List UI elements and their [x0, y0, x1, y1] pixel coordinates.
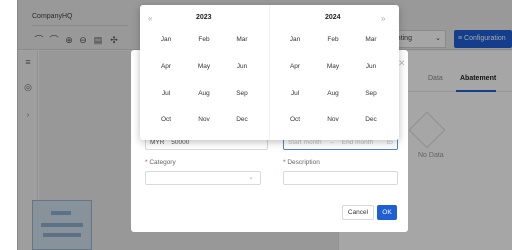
description-label-text: Description [287, 159, 320, 166]
category-label: * Category [145, 159, 176, 166]
month-cell-right-dec[interactable]: Dec [356, 116, 386, 123]
month-cell-left-may[interactable]: May [189, 63, 219, 70]
currency-label: MYR [150, 139, 165, 146]
month-range-picker: « 2023 2024 » Jan Feb Mar Apr May Jun Ju… [140, 5, 399, 140]
month-cell-left-jul[interactable]: Jul [151, 90, 181, 97]
month-cell-right-jan[interactable]: Jan [280, 36, 310, 43]
description-label: * Description [283, 159, 320, 166]
chevron-down-icon: ⌄ [248, 174, 254, 181]
month-cell-left-jun[interactable]: Jun [227, 63, 257, 70]
category-label-text: Category [149, 159, 176, 166]
end-month-placeholder: End month [341, 139, 374, 146]
month-cell-left-sep[interactable]: Sep [227, 90, 257, 97]
required-mark: * [145, 159, 148, 166]
month-cell-left-apr[interactable]: Apr [151, 63, 181, 70]
month-cell-right-aug[interactable]: Aug [318, 90, 348, 97]
amount-value: 50000 [171, 139, 190, 146]
month-cell-right-feb[interactable]: Feb [318, 36, 348, 43]
month-cell-left-mar[interactable]: Mar [227, 36, 257, 43]
month-cell-right-mar[interactable]: Mar [356, 36, 386, 43]
month-cell-right-oct[interactable]: Oct [280, 116, 310, 123]
description-input[interactable] [283, 171, 398, 185]
month-cell-left-jan[interactable]: Jan [151, 36, 181, 43]
cancel-button[interactable]: Cancel [342, 205, 374, 220]
right-year[interactable]: 2024 [325, 14, 341, 21]
category-select[interactable]: ⌄ [145, 171, 261, 185]
month-cell-left-feb[interactable]: Feb [189, 36, 219, 43]
month-cell-right-jun[interactable]: Jun [356, 63, 386, 70]
month-cell-left-oct[interactable]: Oct [151, 116, 181, 123]
month-cell-left-aug[interactable]: Aug [189, 90, 219, 97]
ok-button[interactable]: OK [377, 205, 397, 220]
month-cell-right-may[interactable]: May [318, 63, 348, 70]
month-cell-left-nov[interactable]: Nov [189, 116, 219, 123]
start-month-placeholder: Start month [288, 139, 322, 146]
month-cell-right-nov[interactable]: Nov [318, 116, 348, 123]
month-cell-left-dec[interactable]: Dec [227, 116, 257, 123]
month-cell-right-apr[interactable]: Apr [280, 63, 310, 70]
range-arrow: → [328, 139, 335, 146]
month-cell-right-sep[interactable]: Sep [356, 90, 386, 97]
close-icon[interactable]: ✕ [398, 58, 406, 69]
left-year[interactable]: 2023 [196, 14, 212, 21]
required-mark: * [283, 159, 286, 166]
prev-year-icon[interactable]: « [148, 14, 152, 23]
month-cell-right-jul[interactable]: Jul [280, 90, 310, 97]
picker-divider [269, 5, 270, 140]
next-year-icon[interactable]: » [381, 14, 385, 23]
